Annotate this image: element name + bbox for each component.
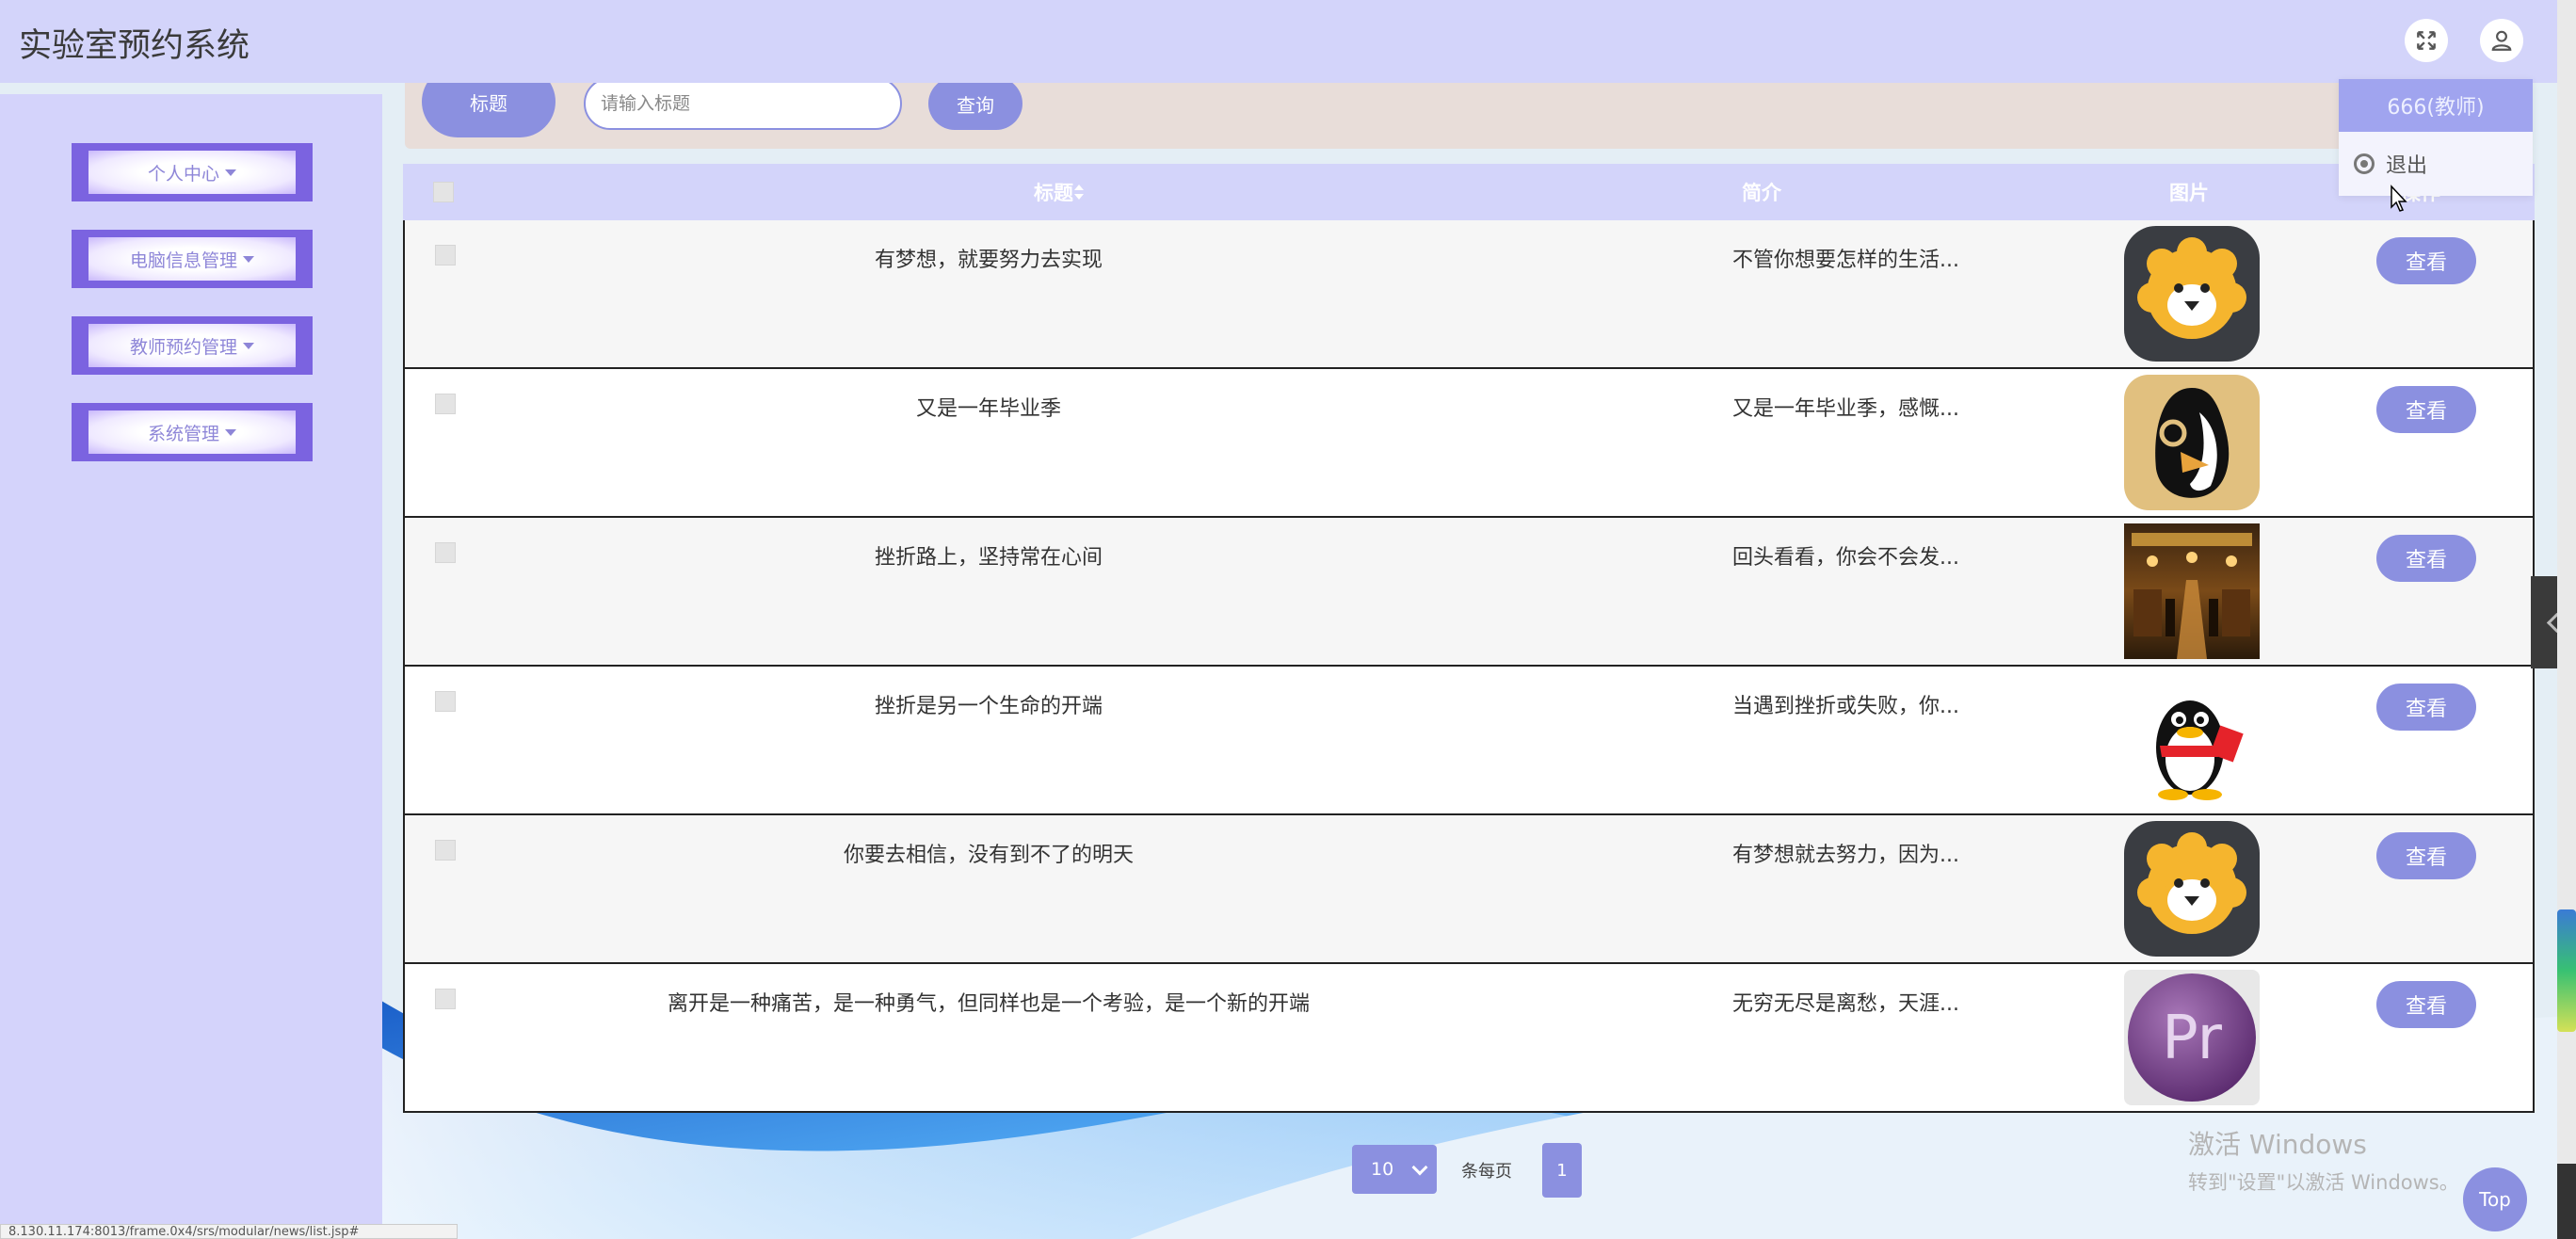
sidebar-item-teacher-booking[interactable]: 教师预约管理 — [72, 316, 313, 375]
sidebar-item-label: 电脑信息管理 — [129, 249, 237, 271]
app-title: 实验室预约系统 — [19, 27, 250, 65]
row-checkbox[interactable] — [435, 394, 456, 414]
view-button[interactable]: 查看 — [2376, 237, 2476, 284]
sidebar-item-label: 教师预约管理 — [129, 336, 237, 358]
watermark-line1: 激活 Windows — [2188, 1129, 2367, 1160]
row-title: 挫折是另一个生命的开端 — [874, 695, 1103, 718]
premiere-app-icon: Pr — [2124, 970, 2260, 1105]
restaurant-photo — [2124, 523, 2260, 659]
sidebar-item-personal-center[interactable]: 个人中心 — [72, 143, 313, 201]
watermark-line2: 转到"设置"以激活 Windows。 — [2188, 1171, 2459, 1194]
page-size-select[interactable]: 10 — [1352, 1145, 1437, 1194]
table-row: 你要去相信，没有到不了的明天 有梦想就去努力，因为... 查看 — [403, 815, 2535, 964]
caret-down-icon — [225, 428, 236, 436]
scrollbar-bottom — [2557, 1164, 2576, 1239]
table-row: 有梦想，就要努力去实现 不管你想要怎样的生活... 查看 — [403, 220, 2535, 369]
row-title: 离开是一种痛苦，是一种勇气，但同样也是一个考验，是一个新的开端 — [667, 992, 1310, 1016]
table-row: 挫折路上，坚持常在心间 回头看看，你会不会发... 查看 — [403, 518, 2535, 667]
sidebar-item-system-management[interactable]: 系统管理 — [72, 403, 313, 461]
top-header: 实验室预约系统 — [0, 0, 2557, 83]
qq-penguin-icon — [2124, 672, 2260, 808]
table-header: 标题 简介 图片 操作 — [403, 164, 2535, 220]
sidebar-item-computer-info[interactable]: 电脑信息管理 — [72, 230, 313, 288]
search-input[interactable] — [584, 77, 902, 130]
row-title: 有梦想，就要努力去实现 — [874, 249, 1103, 272]
row-checkbox[interactable] — [435, 245, 456, 266]
row-checkbox[interactable] — [435, 542, 456, 563]
row-desc: 不管你想要怎样的生活... — [1732, 249, 1959, 272]
column-header-title[interactable]: 标题 — [1034, 164, 1085, 220]
sidebar-item-label: 系统管理 — [147, 423, 219, 444]
view-button[interactable]: 查看 — [2376, 832, 2476, 879]
user-icon — [2491, 30, 2512, 51]
sidebar-item-label: 个人中心 — [147, 163, 219, 185]
sidebar: 个人中心 电脑信息管理 教师预约管理 系统管理 — [0, 94, 382, 1239]
caret-down-icon — [243, 255, 254, 263]
column-title-label: 标题 — [1034, 182, 1073, 204]
row-checkbox[interactable] — [435, 691, 456, 712]
row-title: 你要去相信，没有到不了的明天 — [843, 844, 1134, 867]
column-header-desc: 简介 — [1742, 182, 1781, 204]
table-row: 又是一年毕业季 又是一年毕业季，感慨... 查看 — [403, 369, 2535, 518]
status-url: 8.130.11.174:8013/frame.0x4/srs/modular/… — [0, 1224, 458, 1239]
windows-activation-watermark: 激活 Windows 转到"设置"以激活 Windows。 — [2188, 1124, 2459, 1196]
logout-item[interactable]: 退出 — [2339, 132, 2533, 196]
search-button[interactable]: 查询 — [928, 77, 1022, 130]
fullscreen-icon — [2417, 31, 2436, 50]
table-row: 离开是一种痛苦，是一种勇气，但同样也是一个考验，是一个新的开端 无穷无尽是离愁，… — [403, 964, 2535, 1113]
data-table: 标题 简介 图片 操作 有梦想，就要努力去实现 不管你想要怎样的生活... — [403, 164, 2535, 1115]
penguin-app-icon — [2124, 375, 2260, 510]
mouse-cursor-icon — [2391, 185, 2407, 212]
per-page-label: 条每页 — [1461, 1162, 1512, 1182]
row-desc: 回头看看，你会不会发... — [1732, 546, 1959, 570]
row-title: 挫折路上，坚持常在心间 — [874, 546, 1103, 570]
fullscreen-button[interactable] — [2405, 19, 2448, 62]
chevron-down-icon — [1411, 1159, 1428, 1176]
table-row: 挫折是另一个生命的开端 当遇到挫折或失败，你... 查看 — [403, 667, 2535, 815]
lion-app-icon — [2124, 821, 2260, 957]
sort-icon — [1074, 185, 1084, 200]
username-label: 666(教师) — [2339, 79, 2533, 132]
row-title: 又是一年毕业季 — [915, 397, 1061, 421]
row-desc: 无穷无尽是离愁，天涯... — [1732, 992, 1959, 1016]
view-button[interactable]: 查看 — [2376, 684, 2476, 731]
lion-app-icon — [2124, 226, 2260, 362]
row-checkbox[interactable] — [435, 840, 456, 861]
scrollbar-thumb[interactable] — [2557, 909, 2576, 1032]
view-button[interactable]: 查看 — [2376, 386, 2476, 433]
row-checkbox[interactable] — [435, 989, 456, 1009]
user-dropdown: 666(教师) 退出 — [2339, 79, 2533, 196]
view-button[interactable]: 查看 — [2376, 535, 2476, 582]
caret-down-icon — [243, 342, 254, 349]
page-number-button[interactable]: 1 — [1542, 1143, 1582, 1198]
row-desc: 又是一年毕业季，感慨... — [1732, 397, 1959, 421]
select-all-checkbox[interactable] — [433, 182, 454, 202]
caret-down-icon — [225, 169, 236, 176]
svg-text:Pr: Pr — [2162, 1004, 2222, 1073]
user-button[interactable] — [2480, 19, 2523, 62]
logout-label: 退出 — [2386, 154, 2428, 178]
row-desc: 有梦想就去努力，因为... — [1732, 844, 1959, 867]
header-select-cell — [403, 164, 478, 220]
page-size-value: 10 — [1371, 1159, 1394, 1180]
scrollbar-track[interactable] — [2557, 0, 2576, 1239]
column-header-image: 图片 — [2169, 182, 2209, 204]
view-button[interactable]: 查看 — [2376, 981, 2476, 1028]
row-desc: 当遇到挫折或失败，你... — [1732, 695, 1959, 718]
back-to-top-button[interactable]: Top — [2463, 1167, 2527, 1231]
logout-icon — [2354, 153, 2375, 174]
